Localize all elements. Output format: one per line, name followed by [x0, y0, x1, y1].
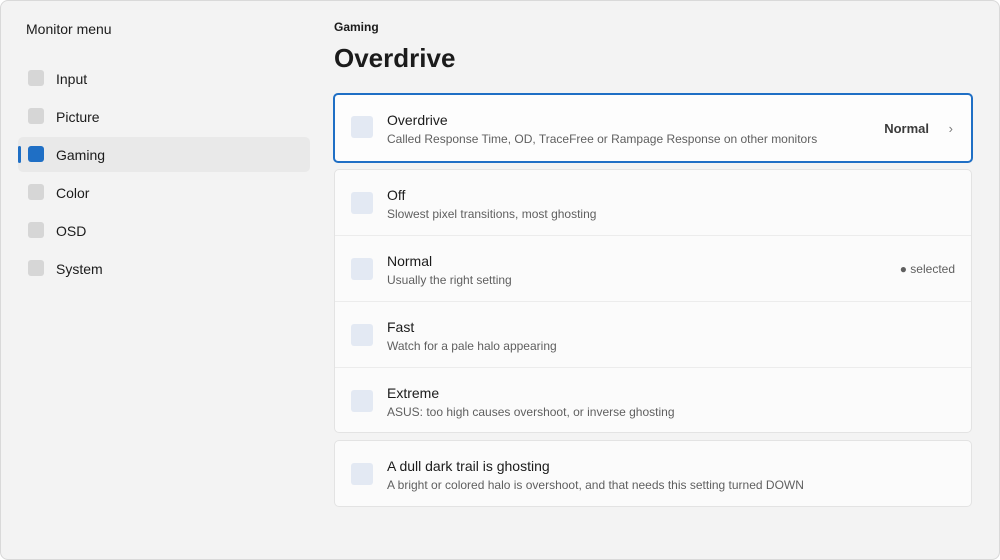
setting-current-value: Normal [884, 121, 929, 136]
sidebar-item-label: Picture [56, 109, 100, 125]
option-title: Fast [387, 319, 415, 335]
settings-window: Monitor menu Input Picture Gaming Color [0, 0, 1000, 560]
overdrive-options-list: Off Slowest pixel transitions, most ghos… [334, 169, 972, 433]
option-description: Usually the right setting [387, 273, 512, 287]
ghosting-tip-card: A dull dark trail is ghosting A bright o… [334, 440, 972, 507]
page-title: Overdrive [334, 43, 456, 73]
breadcrumb[interactable]: Gaming [334, 20, 379, 34]
tip-description: A bright or colored halo is overshoot, a… [387, 478, 804, 492]
overdrive-setting-card[interactable]: Overdrive Called Response Time, OD, Trac… [333, 93, 973, 163]
color-icon [28, 184, 44, 200]
sidebar-item-color[interactable]: Color [18, 175, 310, 210]
sidebar-item-label: Color [56, 185, 90, 201]
setting-description: Called Response Time, OD, TraceFree or R… [387, 132, 818, 146]
sidebar-item-label: Gaming [56, 147, 106, 163]
tip-title: A dull dark trail is ghosting [387, 458, 550, 474]
sidebar-item-system[interactable]: System [18, 251, 310, 286]
overdrive-icon [351, 116, 373, 138]
tip-row: A dull dark trail is ghosting A bright o… [335, 441, 971, 506]
option-icon [351, 390, 373, 412]
sidebar-item-gaming[interactable]: Gaming [18, 137, 310, 172]
sidebar: Monitor menu Input Picture Gaming Color [1, 1, 319, 559]
option-normal[interactable]: Normal Usually the right setting ● selec… [335, 236, 971, 302]
option-extreme[interactable]: Extreme ASUS: too high causes overshoot,… [335, 368, 971, 433]
sidebar-item-picture[interactable]: Picture [18, 99, 310, 134]
option-title: Extreme [387, 385, 440, 401]
osd-icon [28, 222, 44, 238]
option-title: Normal [387, 253, 433, 269]
option-description: ASUS: too high causes overshoot, or inve… [387, 405, 675, 419]
selection-indicator [18, 146, 21, 163]
setting-title: Overdrive [387, 112, 448, 128]
option-icon [351, 192, 373, 214]
sidebar-item-input[interactable]: Input [18, 61, 310, 96]
option-description: Watch for a pale halo appearing [387, 339, 557, 353]
sidebar-item-label: System [56, 261, 103, 277]
chevron-right-icon: › [948, 121, 953, 136]
sidebar-item-label: OSD [56, 223, 87, 239]
gaming-icon [28, 146, 44, 162]
picture-icon [28, 108, 44, 124]
option-description: Slowest pixel transitions, most ghosting [387, 207, 597, 221]
selected-status: ● selected [899, 262, 955, 276]
option-title: Off [387, 187, 406, 203]
system-icon [28, 260, 44, 276]
info-icon [351, 463, 373, 485]
sidebar-item-label: Input [56, 71, 88, 87]
app-title: Monitor menu [26, 21, 112, 37]
option-fast[interactable]: Fast Watch for a pale halo appearing [335, 302, 971, 368]
sidebar-nav: Input Picture Gaming Color OSD System [18, 61, 310, 289]
input-icon [28, 70, 44, 86]
option-icon [351, 324, 373, 346]
sidebar-item-osd[interactable]: OSD [18, 213, 310, 248]
option-icon [351, 258, 373, 280]
option-off[interactable]: Off Slowest pixel transitions, most ghos… [335, 170, 971, 236]
